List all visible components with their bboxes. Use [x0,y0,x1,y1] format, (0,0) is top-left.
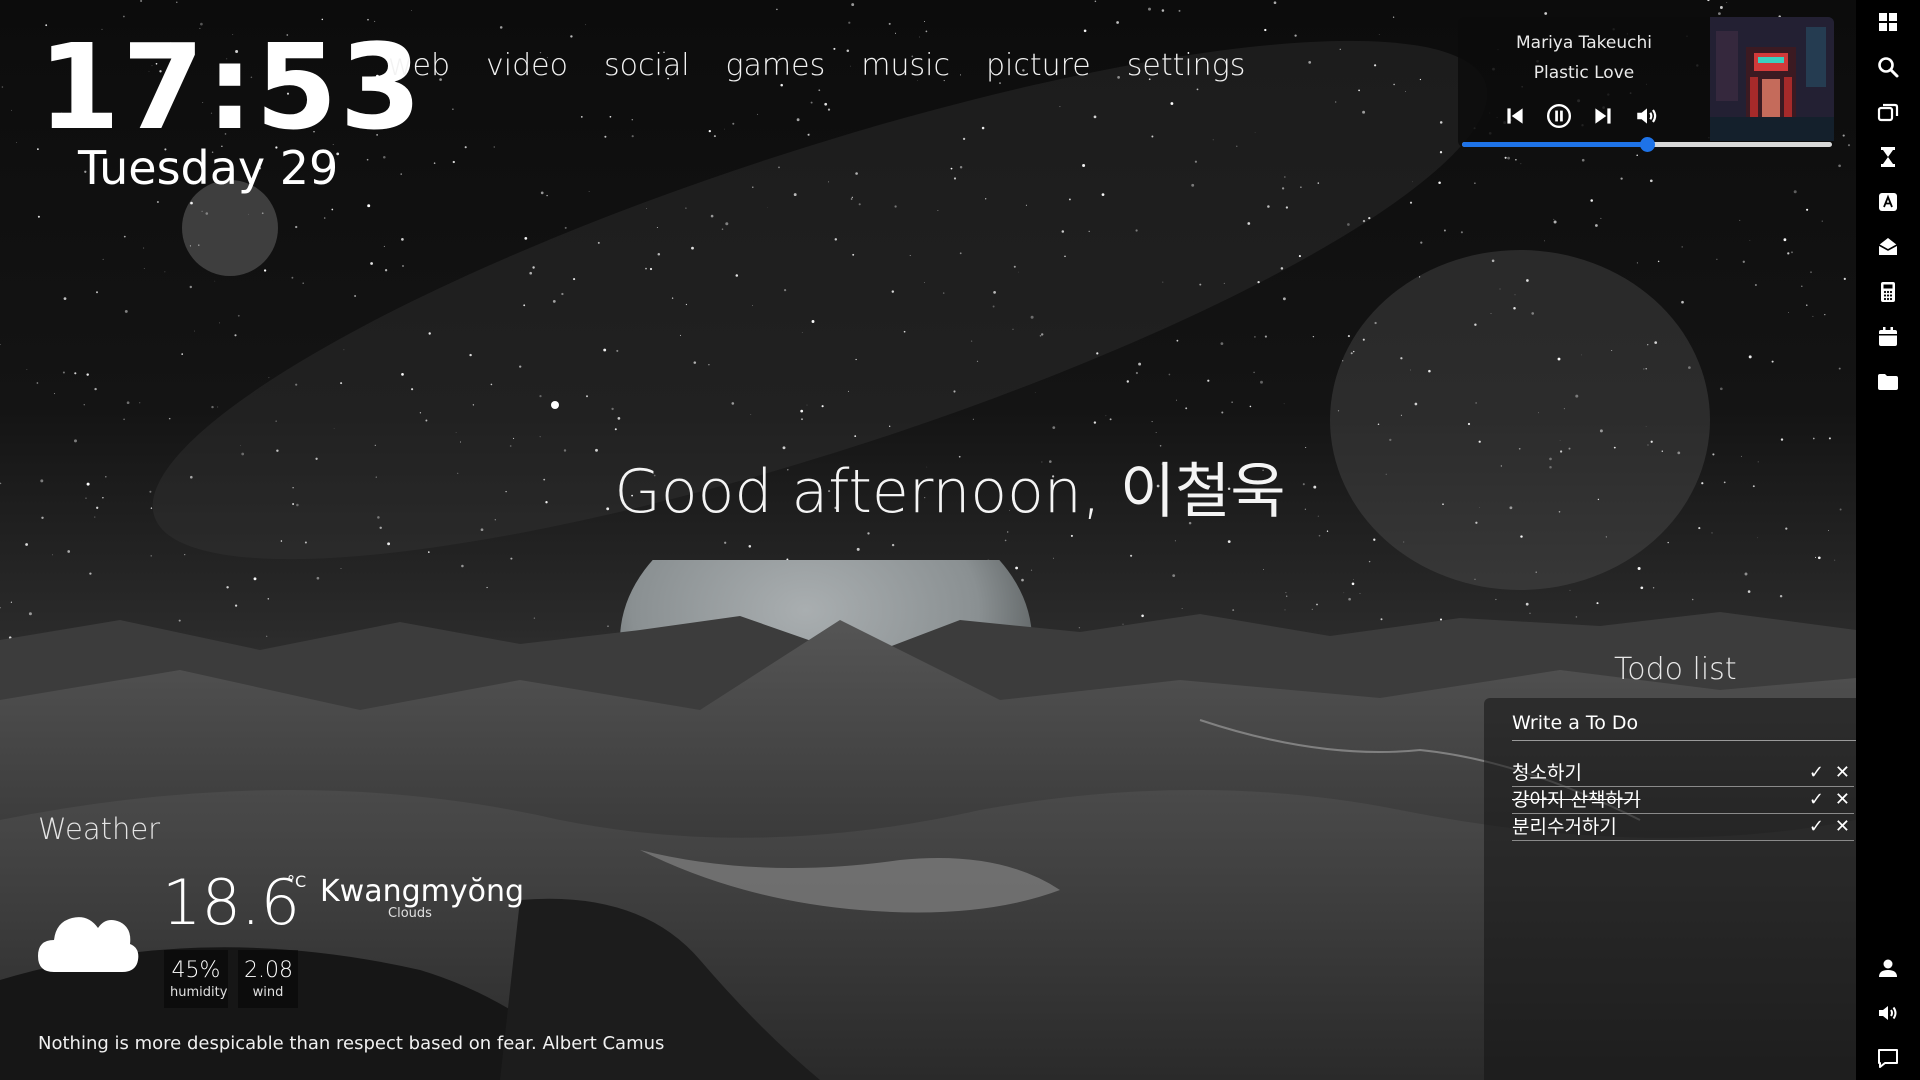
todo-check-button[interactable]: ✓ [1809,760,1824,786]
calendar-icon[interactable] [1876,325,1900,349]
weather-title: Weather [38,812,161,846]
volume-icon[interactable] [1634,103,1660,129]
nav-games[interactable]: games [726,46,826,86]
todo-check-button[interactable]: ✓ [1809,787,1824,813]
nav-picture[interactable]: picture [986,46,1091,86]
playback-progress-bar[interactable] [1462,137,1832,152]
todo-check-button[interactable]: ✓ [1809,814,1824,840]
track-title: Plastic Love [1533,63,1635,83]
next-icon[interactable] [1590,103,1616,129]
desktop-screen: 17:53 Tuesday 29 web video social games … [0,0,1920,1080]
folder-icon[interactable] [1876,370,1900,394]
wind-value: 2.08 [244,958,293,983]
todo-delete-button[interactable]: ✕ [1835,814,1850,840]
clock-date: Tuesday 29 [78,141,339,195]
search-icon[interactable] [1876,55,1900,79]
chat-icon[interactable] [1876,1046,1900,1070]
todo-item-text: 청소하기 [1512,762,1582,784]
playback-progress-knob[interactable] [1640,137,1655,152]
nav-settings[interactable]: settings [1127,46,1246,86]
hourglass-icon[interactable] [1876,145,1900,169]
wind-box: 2.08 wind [238,950,298,1008]
humidity-box: 45% humidity [164,950,228,1008]
todo-delete-button[interactable]: ✕ [1835,787,1850,813]
volume-icon[interactable] [1876,1001,1900,1025]
music-player: Mariya Takeuchi Plastic Love [1458,17,1834,152]
todo-item: 청소하기 ✓ ✕ [1512,760,1854,787]
nav-social[interactable]: social [604,46,690,86]
user-icon[interactable] [1876,956,1900,980]
windows-icon[interactable] [1876,10,1900,34]
todo-panel: 청소하기 ✓ ✕ 강아지 산책하기 ✓ ✕ 분리수거하기 ✓ ✕ [1484,698,1856,1080]
track-artist: Mariya Takeuchi [1516,33,1652,53]
clock-time: 17:53 [38,18,424,156]
todo-input[interactable] [1512,706,1856,741]
taskbar [1856,0,1920,1080]
humidity-label: humidity [170,985,228,1000]
nav-video[interactable]: video [486,46,568,86]
pause-icon[interactable] [1546,103,1572,129]
todo-item: 분리수거하기 ✓ ✕ [1512,814,1854,841]
cloud-icon [38,917,139,972]
weather-temperature: 18.6 [162,866,301,939]
todo-title: Todo list [1614,652,1737,687]
todo-delete-button[interactable]: ✕ [1835,760,1850,786]
task-view-icon[interactable] [1876,100,1900,124]
nav-web[interactable]: web [388,46,450,86]
todo-item-text: 분리수거하기 [1512,816,1617,838]
greeting-text: Good afternoon, 이철욱 [614,457,1286,527]
weather-condition: Clouds [388,906,432,921]
previous-icon[interactable] [1502,103,1528,129]
weather-unit: °C [287,872,307,891]
mail-icon[interactable] [1876,235,1900,259]
album-art [1710,17,1834,141]
calculator-icon[interactable] [1876,280,1900,304]
todo-item-text: 강아지 산책하기 [1512,789,1641,811]
humidity-value: 45% [171,958,221,983]
wind-label: wind [252,985,284,1000]
player-controls [1502,103,1660,129]
todo-item: 강아지 산책하기 ✓ ✕ [1512,787,1854,814]
app-store-icon[interactable] [1876,190,1900,214]
quote-text: Nothing is more despicable than respect … [38,1033,665,1054]
top-navigation: web video social games music picture set… [388,46,1245,86]
playback-progress-fill [1462,142,1647,147]
nav-music[interactable]: music [861,46,950,86]
